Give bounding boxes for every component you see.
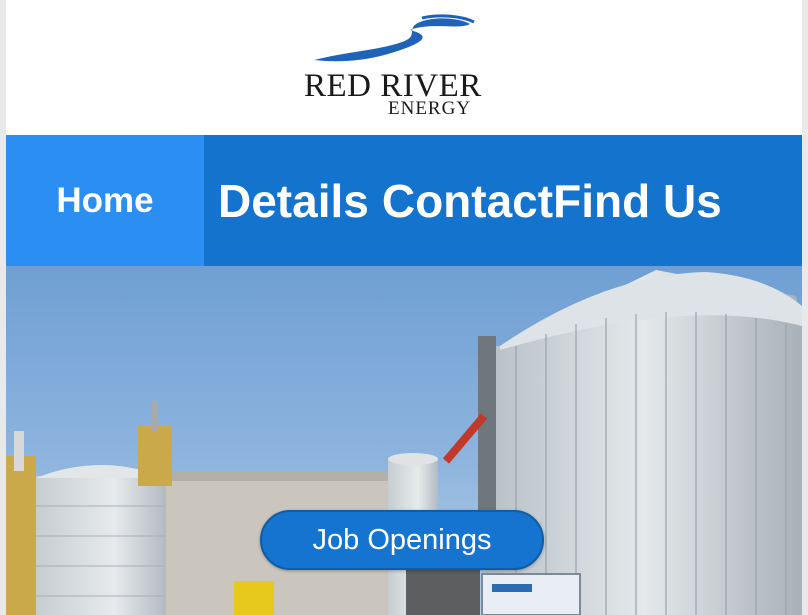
site-header: RED RIVER ENERGY [6,0,802,134]
nav-details-link[interactable]: Details [218,174,369,228]
nav-contact-link[interactable]: Contact [382,174,553,228]
nav-find-us-link[interactable]: Find Us [553,174,722,228]
river-swoosh-icon [314,14,475,62]
main-nav: Home Details Contact Find Us [6,135,802,266]
job-openings-button[interactable]: Job Openings [260,510,544,570]
company-logo[interactable]: RED RIVER ENERGY [296,0,496,130]
logo-subtitle: ENERGY [388,98,472,119]
nav-links: Details Contact Find Us [204,135,722,266]
nav-home-tab[interactable]: Home [6,135,204,266]
page: RED RIVER ENERGY Home Details Contact Fi… [0,0,808,615]
